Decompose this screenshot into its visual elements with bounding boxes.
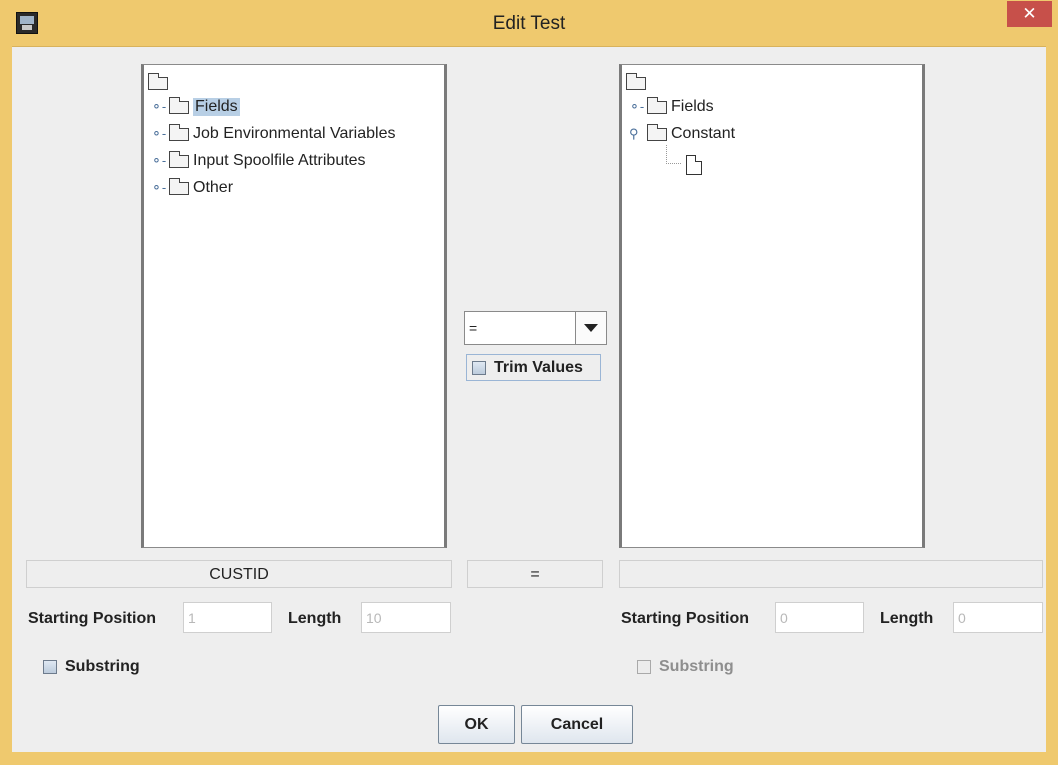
right-length-input[interactable]: 0 bbox=[953, 602, 1043, 633]
window-frame-right bbox=[1046, 46, 1058, 758]
close-button[interactable]: ✕ bbox=[1007, 1, 1052, 27]
left-starting-position-input[interactable]: 1 bbox=[183, 602, 272, 633]
right-substring-checkbox: Substring bbox=[637, 658, 734, 676]
root-node[interactable] bbox=[147, 71, 172, 95]
tree-node-label: Fields bbox=[193, 98, 240, 116]
tree-node-label: Job Environmental Variables bbox=[193, 125, 396, 142]
checkbox-box[interactable] bbox=[472, 360, 486, 375]
operator-value: = bbox=[469, 320, 478, 336]
tree-node-label: Other bbox=[193, 179, 234, 196]
cancel-button[interactable]: Cancel bbox=[521, 705, 633, 744]
left-starting-position-label: Starting Position bbox=[28, 610, 156, 627]
title-bar: Edit Test ✕ bbox=[0, 0, 1058, 47]
tree-node-label: Input Spoolfile Attributes bbox=[193, 152, 366, 169]
expand-handle-icon[interactable]: ⚬- bbox=[151, 153, 169, 169]
root-node[interactable] bbox=[625, 71, 650, 95]
folder-icon bbox=[646, 123, 667, 141]
right-starting-position-input[interactable]: 0 bbox=[775, 602, 864, 633]
tree-node-other[interactable]: ⚬- Other bbox=[151, 176, 233, 200]
right-substring-label: Substring bbox=[659, 658, 734, 675]
tree-node-input-spool[interactable]: ⚬- Input Spoolfile Attributes bbox=[151, 149, 366, 173]
right-tree[interactable]: ⚬- Fields ⚲ Constant bbox=[619, 64, 925, 548]
tree-node-constant[interactable]: ⚲ Constant bbox=[629, 122, 735, 146]
left-length-label: Length bbox=[288, 610, 342, 627]
right-length-label: Length bbox=[880, 610, 934, 627]
checkbox-box[interactable] bbox=[43, 660, 57, 674]
folder-icon bbox=[168, 177, 189, 195]
left-length-input[interactable]: 10 bbox=[361, 602, 451, 633]
left-substring-label: Substring bbox=[65, 658, 140, 675]
operator-display: = bbox=[467, 560, 603, 588]
folder-icon bbox=[168, 96, 189, 114]
folder-icon bbox=[646, 96, 667, 114]
tree-node-fields[interactable]: ⚬- Fields bbox=[151, 95, 240, 119]
right-field-display bbox=[619, 560, 1043, 588]
expand-handle-icon[interactable]: ⚬- bbox=[151, 180, 169, 196]
checkbox-box bbox=[637, 660, 651, 674]
tree-connector-line bbox=[666, 145, 681, 164]
collapse-handle-icon[interactable]: ⚲ bbox=[629, 126, 647, 142]
right-starting-position-label: Starting Position bbox=[621, 610, 749, 627]
ok-button[interactable]: OK bbox=[438, 705, 515, 744]
left-field-display: CUSTID bbox=[26, 560, 452, 588]
tree-node-label: Constant bbox=[671, 125, 736, 142]
left-substring-checkbox[interactable]: Substring bbox=[43, 658, 140, 676]
folder-icon bbox=[147, 72, 168, 90]
trim-values-checkbox[interactable]: Trim Values bbox=[466, 354, 601, 381]
window-frame-left bbox=[0, 46, 12, 758]
chevron-down-icon[interactable] bbox=[575, 312, 606, 344]
trim-values-label: Trim Values bbox=[494, 358, 583, 376]
window-title: Edit Test bbox=[492, 13, 566, 34]
tree-node-label: Fields bbox=[671, 98, 714, 115]
folder-icon bbox=[168, 123, 189, 141]
expand-handle-icon[interactable]: ⚬- bbox=[151, 99, 169, 115]
tree-node-fields[interactable]: ⚬- Fields bbox=[629, 95, 714, 119]
window-frame-bottom bbox=[0, 752, 1058, 765]
left-tree[interactable]: ⚬- Fields ⚬- Job Environmental Variables… bbox=[141, 64, 447, 548]
tree-node-job-env[interactable]: ⚬- Job Environmental Variables bbox=[151, 122, 395, 146]
document-icon[interactable] bbox=[686, 155, 702, 175]
folder-icon bbox=[168, 150, 189, 168]
expand-handle-icon[interactable]: ⚬- bbox=[629, 99, 647, 115]
expand-handle-icon[interactable]: ⚬- bbox=[151, 126, 169, 142]
folder-icon bbox=[625, 72, 646, 90]
operator-dropdown[interactable]: = bbox=[464, 311, 607, 345]
